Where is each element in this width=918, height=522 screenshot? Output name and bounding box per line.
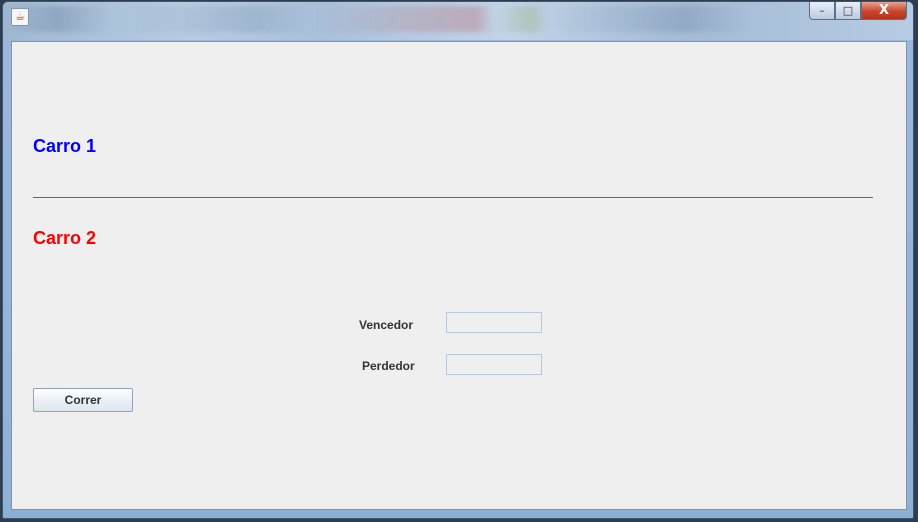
title-bar[interactable]: ☕ – □ X <box>3 2 913 40</box>
content-panel: Carro 1 Carro 2 Vencedor Perdedor Correr <box>11 41 907 510</box>
car-2-label: Carro 2 <box>33 228 97 248</box>
close-icon: X <box>878 3 890 18</box>
winner-field[interactable] <box>446 312 542 333</box>
car-1-label: Carro 1 <box>33 136 97 156</box>
maximize-icon: □ <box>842 4 854 17</box>
window-controls: – □ X <box>809 2 907 22</box>
maximize-button[interactable]: □ <box>835 2 861 20</box>
minimize-icon: – <box>819 4 825 17</box>
minimize-button[interactable]: – <box>809 2 835 20</box>
winner-label: Vencedor <box>359 318 414 332</box>
run-button[interactable]: Correr <box>33 388 133 412</box>
track-divider <box>33 197 873 198</box>
close-button[interactable]: X <box>861 2 907 20</box>
title-bar-background <box>3 6 913 32</box>
app-window: ☕ – □ X Carro 1 Carro 2 Vencedor Perdedo… <box>2 1 914 519</box>
loser-field[interactable] <box>446 354 542 375</box>
loser-label: Perdedor <box>362 359 415 373</box>
java-icon[interactable]: ☕ <box>11 8 29 26</box>
